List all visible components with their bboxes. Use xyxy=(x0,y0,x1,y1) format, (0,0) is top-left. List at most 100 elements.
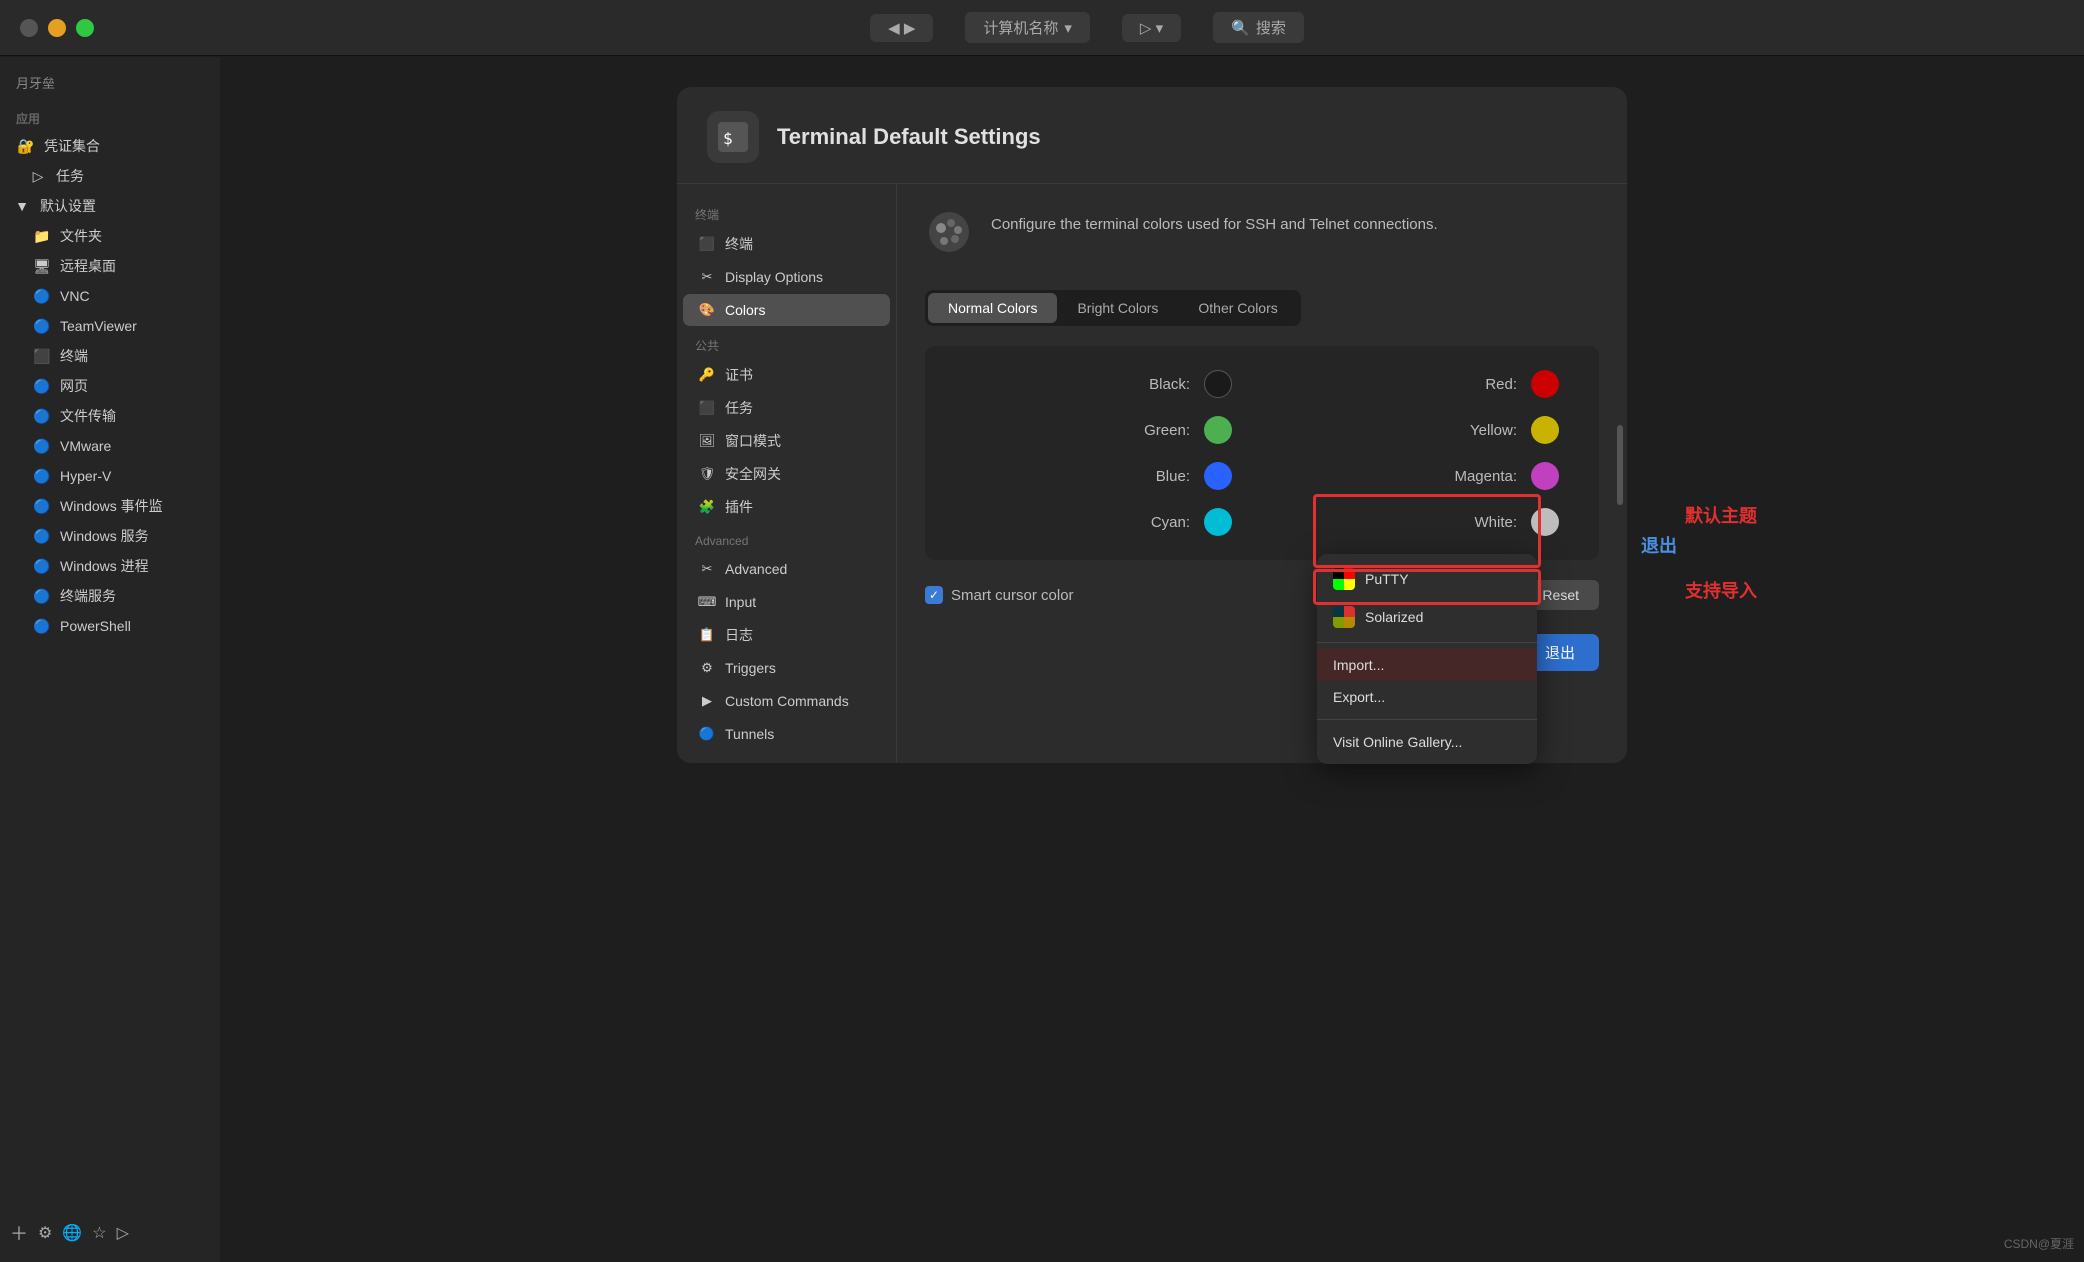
vmware-label: VMware xyxy=(60,438,111,454)
blue-swatch[interactable] xyxy=(1204,462,1232,490)
settings-item-gateway[interactable]: 🛡 安全网关 xyxy=(683,458,890,490)
powershell-icon: 🔵 xyxy=(32,616,52,636)
smart-cursor-checkbox[interactable]: ✓ xyxy=(925,586,943,604)
settings-item-triggers[interactable]: ⚙ Triggers xyxy=(683,652,890,684)
themes-section: PuTTY Solarized xyxy=(1317,554,1537,643)
teamviewer-label: TeamViewer xyxy=(60,318,137,334)
close-button[interactable] xyxy=(20,19,38,37)
green-label: Green: xyxy=(1120,422,1190,439)
magenta-swatch[interactable] xyxy=(1531,462,1559,490)
settings-item-terminal[interactable]: ⬛ 终端 xyxy=(683,228,890,260)
back-nav-button[interactable]: ◀ ▶ xyxy=(870,14,933,42)
online-gallery-item[interactable]: Visit Online Gallery... xyxy=(1317,726,1537,758)
play-button[interactable]: ▷ ▾ xyxy=(1122,14,1181,42)
sidebar-item-winservices[interactable]: 🔵 Windows 服务 xyxy=(0,521,220,551)
export-item[interactable]: Export... xyxy=(1317,681,1537,713)
settings-item-plugin[interactable]: 🧩 插件 xyxy=(683,491,890,523)
vnc-label: VNC xyxy=(60,288,90,304)
star-button[interactable]: ☆ xyxy=(92,1223,106,1243)
plugin-label: 插件 xyxy=(725,497,753,517)
sidebar-item-credentials[interactable]: 🔐 凭证集合 xyxy=(0,131,220,161)
terminal-icon: ⬛ xyxy=(32,346,52,366)
maximize-button[interactable] xyxy=(76,19,94,37)
sidebar-item-ftp[interactable]: 🔵 文件传输 xyxy=(0,401,220,431)
settings-item-input[interactable]: ⌨ Input xyxy=(683,586,890,618)
color-row-cyan: Cyan: xyxy=(965,508,1232,536)
tab-other-colors[interactable]: Other Colors xyxy=(1178,293,1297,323)
white-swatch[interactable] xyxy=(1531,508,1559,536)
color-row-red: Red: xyxy=(1292,370,1559,398)
solarized-item[interactable]: Solarized xyxy=(1317,598,1537,636)
gateway-icon: 🛡 xyxy=(697,464,717,484)
sidebar-item-folder[interactable]: 📁 文件夹 xyxy=(0,221,220,251)
putty-item[interactable]: PuTTY xyxy=(1317,560,1537,598)
app-title: 月牙垒 xyxy=(0,69,220,100)
black-swatch[interactable] xyxy=(1204,370,1232,398)
settings-item-log[interactable]: 📋 日志 xyxy=(683,619,890,651)
custom-commands-label: Custom Commands xyxy=(725,693,849,709)
sidebar-item-hyperv[interactable]: 🔵 Hyper-V xyxy=(0,461,220,491)
custom-commands-icon: ▶ xyxy=(697,691,717,711)
cyan-label: Cyan: xyxy=(1120,514,1190,531)
cyan-swatch[interactable] xyxy=(1204,508,1232,536)
red-swatch[interactable] xyxy=(1531,370,1559,398)
settings-desc: Configure the terminal colors used for S… xyxy=(925,208,1599,266)
apps-group-label: 应用 xyxy=(0,100,220,131)
solarized-label: Solarized xyxy=(1365,609,1423,625)
settings-item-tasks[interactable]: ⬛ 任务 xyxy=(683,392,890,424)
advanced-group-label: Advanced xyxy=(677,524,896,552)
sidebar-item-termservices[interactable]: 🔵 终端服务 xyxy=(0,581,220,611)
termservices-icon: 🔵 xyxy=(32,586,52,606)
smart-cursor-text: Smart cursor color xyxy=(951,587,1074,604)
settings-item-cert[interactable]: 🔑 证书 xyxy=(683,359,890,391)
tab-bright-colors[interactable]: Bright Colors xyxy=(1057,293,1178,323)
import-item[interactable]: Import... xyxy=(1317,649,1537,681)
sidebar-item-vmware[interactable]: 🔵 VMware xyxy=(0,431,220,461)
settings-body: 终端 ⬛ 终端 ✂ Display Options 🎨 Colors 公共 🔑 … xyxy=(677,184,1627,763)
computer-name-button[interactable]: 计算机名称 ▾ xyxy=(965,12,1090,43)
settings-item-custom-commands[interactable]: ▶ Custom Commands xyxy=(683,685,890,717)
tab-normal-colors[interactable]: Normal Colors xyxy=(928,293,1057,323)
settings-display-label: Display Options xyxy=(725,269,823,285)
green-swatch[interactable] xyxy=(1204,416,1232,444)
sidebar-item-tasks[interactable]: ▷ 任务 xyxy=(0,161,220,191)
color-grid-container: Black: Red: Green: Yel xyxy=(925,346,1599,560)
winprocesses-icon: 🔵 xyxy=(32,556,52,576)
sidebar-item-vnc[interactable]: 🔵 VNC xyxy=(0,281,220,311)
gear-button[interactable]: ⚙ xyxy=(38,1223,52,1243)
minimize-button[interactable] xyxy=(48,19,66,37)
sidebar-item-winprocesses[interactable]: 🔵 Windows 进程 xyxy=(0,551,220,581)
yellow-swatch[interactable] xyxy=(1531,416,1559,444)
send-button[interactable]: ▷ xyxy=(117,1223,129,1243)
remote-desktop-label: 远程桌面 xyxy=(60,256,116,276)
settings-item-advanced[interactable]: ✂ Advanced xyxy=(683,553,890,585)
tasks-label: 任务 xyxy=(56,166,84,186)
winevents-label: Windows 事件监 xyxy=(60,496,163,516)
globe-button[interactable]: 🌐 xyxy=(62,1223,82,1243)
add-button[interactable]: ＋ xyxy=(10,1220,28,1246)
terminal-group-label: 终端 xyxy=(677,196,896,227)
settings-right: Configure the terminal colors used for S… xyxy=(897,184,1627,763)
desc-text: Configure the terminal colors used for S… xyxy=(991,214,1438,237)
sidebar-item-remote-desktop[interactable]: 🖥 远程桌面 xyxy=(0,251,220,281)
settings-colors-label: Colors xyxy=(725,302,765,318)
sidebar-item-defaults[interactable]: ▼ 默认设置 xyxy=(0,191,220,221)
sidebar-item-powershell[interactable]: 🔵 PowerShell xyxy=(0,611,220,641)
sidebar-item-winevents[interactable]: 🔵 Windows 事件监 xyxy=(0,491,220,521)
presets-dropdown-menu: PuTTY Solarized xyxy=(1317,554,1537,764)
sidebar-item-web[interactable]: 🔵 网页 xyxy=(0,371,220,401)
color-grid: Black: Red: Green: Yel xyxy=(965,370,1559,536)
settings-item-colors[interactable]: 🎨 Colors xyxy=(683,294,890,326)
settings-item-display[interactable]: ✂ Display Options xyxy=(683,261,890,293)
import-label: Import... xyxy=(1333,657,1384,673)
winevents-icon: 🔵 xyxy=(32,496,52,516)
vnc-icon: 🔵 xyxy=(32,286,52,306)
sidebar-item-terminal[interactable]: ⬛ 终端 xyxy=(0,341,220,371)
import-annotation: 支持导入 xyxy=(1685,577,1757,603)
plugin-icon: 🧩 xyxy=(697,497,717,517)
search-bar[interactable]: 🔍 搜索 xyxy=(1213,12,1304,43)
color-row-white: White: xyxy=(1292,508,1559,536)
settings-item-tunnels[interactable]: 🔵 Tunnels xyxy=(683,718,890,750)
settings-item-window-mode[interactable]: 🖼 窗口模式 xyxy=(683,425,890,457)
sidebar-item-teamviewer[interactable]: 🔵 TeamViewer xyxy=(0,311,220,341)
